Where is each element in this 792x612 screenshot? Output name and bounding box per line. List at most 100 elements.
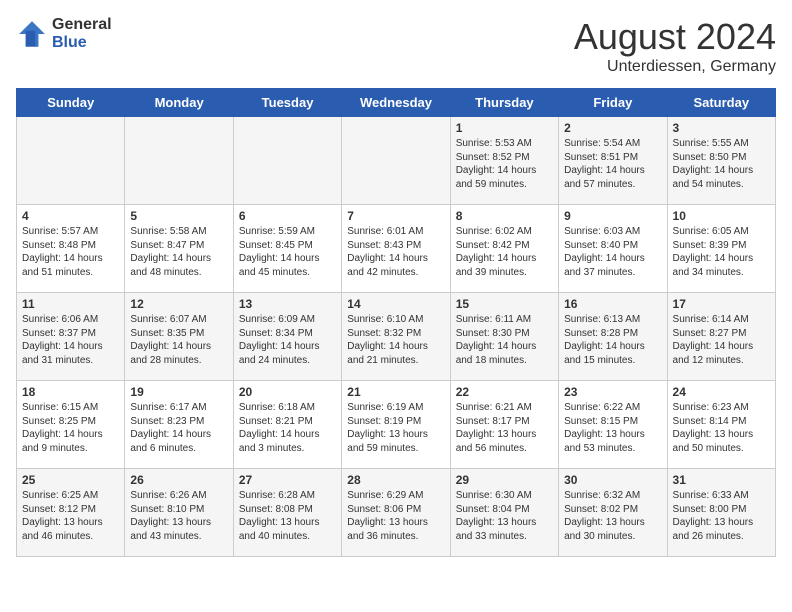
day-number: 26	[130, 473, 227, 487]
page-header: General Blue August 2024 Unterdiessen, G…	[16, 16, 776, 76]
calendar-cell: 4 Sunrise: 5:57 AM Sunset: 8:48 PM Daylig…	[17, 205, 125, 293]
calendar-cell	[17, 117, 125, 205]
day-info: Sunrise: 6:18 AM Sunset: 8:21 PM Dayligh…	[239, 401, 336, 455]
day-number: 4	[22, 209, 119, 223]
location: Unterdiessen, Germany	[574, 58, 776, 76]
calendar-cell: 23Sunrise: 6:22 AM Sunset: 8:15 PM Dayli…	[559, 381, 667, 469]
day-number: 31	[673, 473, 770, 487]
day-number: 20	[239, 385, 336, 399]
day-info: Sunrise: 6:02 AM Sunset: 8:42 PM Dayligh…	[456, 225, 553, 279]
day-number: 25	[22, 473, 119, 487]
day-number: 16	[564, 297, 661, 311]
logo: General Blue	[16, 16, 112, 51]
calendar-table: SundayMondayTuesdayWednesdayThursdayFrid…	[16, 88, 776, 557]
calendar-cell: 25 Sunrise: 6:25 AM Sunset: 8:12 PM Dayli…	[17, 469, 125, 557]
day-info: Sunrise: 6:13 AM Sunset: 8:28 PM Dayligh…	[564, 313, 661, 367]
calendar-week-row: 18 Sunrise: 6:15 AM Sunset: 8:25 PM Dayli…	[17, 381, 776, 469]
calendar-cell: 30Sunrise: 6:32 AM Sunset: 8:02 PM Dayli…	[559, 469, 667, 557]
day-info: Sunrise: 6:30 AM Sunset: 8:04 PM Dayligh…	[456, 489, 553, 543]
calendar-cell: 18 Sunrise: 6:15 AM Sunset: 8:25 PM Dayli…	[17, 381, 125, 469]
day-number: 5	[130, 209, 227, 223]
day-info: Sunrise: 6:29 AM Sunset: 8:06 PM Dayligh…	[347, 489, 444, 543]
title-block: August 2024 Unterdiessen, Germany	[574, 16, 776, 76]
day-number: 11	[22, 297, 119, 311]
day-number: 22	[456, 385, 553, 399]
calendar-cell	[342, 117, 450, 205]
calendar-cell: 11 Sunrise: 6:06 AM Sunset: 8:37 PM Dayli…	[17, 293, 125, 381]
logo-blue: Blue	[52, 34, 112, 52]
day-info: Sunrise: 6:14 AM Sunset: 8:27 PM Dayligh…	[673, 313, 770, 367]
calendar-cell: 21 Sunrise: 6:19 AM Sunset: 8:19 PM Dayli…	[342, 381, 450, 469]
day-info: Sunrise: 5:57 AM Sunset: 8:48 PM Dayligh…	[22, 225, 119, 279]
day-number: 24	[673, 385, 770, 399]
day-info: Sunrise: 5:55 AM Sunset: 8:50 PM Dayligh…	[673, 137, 770, 191]
weekday-header-thursday: Thursday	[450, 89, 558, 117]
calendar-cell: 24 Sunrise: 6:23 AM Sunset: 8:14 PM Dayli…	[667, 381, 775, 469]
day-number: 17	[673, 297, 770, 311]
calendar-cell	[233, 117, 341, 205]
weekday-header-row: SundayMondayTuesdayWednesdayThursdayFrid…	[17, 89, 776, 117]
calendar-cell: 27Sunrise: 6:28 AM Sunset: 8:08 PM Dayli…	[233, 469, 341, 557]
day-info: Sunrise: 6:15 AM Sunset: 8:25 PM Dayligh…	[22, 401, 119, 455]
month-year: August 2024	[574, 16, 776, 58]
day-number: 13	[239, 297, 336, 311]
weekday-header-sunday: Sunday	[17, 89, 125, 117]
calendar-cell: 2 Sunrise: 5:54 AM Sunset: 8:51 PM Daylig…	[559, 117, 667, 205]
day-number: 8	[456, 209, 553, 223]
weekday-header-saturday: Saturday	[667, 89, 775, 117]
day-info: Sunrise: 6:25 AM Sunset: 8:12 PM Dayligh…	[22, 489, 119, 543]
calendar-cell: 7 Sunrise: 6:01 AM Sunset: 8:43 PM Daylig…	[342, 205, 450, 293]
day-info: Sunrise: 6:07 AM Sunset: 8:35 PM Dayligh…	[130, 313, 227, 367]
calendar-cell: 5 Sunrise: 5:58 AM Sunset: 8:47 PM Daylig…	[125, 205, 233, 293]
day-number: 3	[673, 121, 770, 135]
day-info: Sunrise: 6:06 AM Sunset: 8:37 PM Dayligh…	[22, 313, 119, 367]
day-info: Sunrise: 6:21 AM Sunset: 8:17 PM Dayligh…	[456, 401, 553, 455]
day-info: Sunrise: 5:59 AM Sunset: 8:45 PM Dayligh…	[239, 225, 336, 279]
day-info: Sunrise: 6:11 AM Sunset: 8:30 PM Dayligh…	[456, 313, 553, 367]
weekday-header-tuesday: Tuesday	[233, 89, 341, 117]
calendar-cell: 19Sunrise: 6:17 AM Sunset: 8:23 PM Dayli…	[125, 381, 233, 469]
day-info: Sunrise: 6:23 AM Sunset: 8:14 PM Dayligh…	[673, 401, 770, 455]
day-info: Sunrise: 5:58 AM Sunset: 8:47 PM Dayligh…	[130, 225, 227, 279]
calendar-cell: 9 Sunrise: 6:03 AM Sunset: 8:40 PM Daylig…	[559, 205, 667, 293]
day-info: Sunrise: 5:53 AM Sunset: 8:52 PM Dayligh…	[456, 137, 553, 191]
day-info: Sunrise: 6:03 AM Sunset: 8:40 PM Dayligh…	[564, 225, 661, 279]
calendar-cell: 12 Sunrise: 6:07 AM Sunset: 8:35 PM Dayli…	[125, 293, 233, 381]
logo-icon	[16, 18, 48, 50]
day-number: 30	[564, 473, 661, 487]
calendar-cell: 31Sunrise: 6:33 AM Sunset: 8:00 PM Dayli…	[667, 469, 775, 557]
calendar-cell: 13Sunrise: 6:09 AM Sunset: 8:34 PM Dayli…	[233, 293, 341, 381]
calendar-week-row: 25 Sunrise: 6:25 AM Sunset: 8:12 PM Dayli…	[17, 469, 776, 557]
day-info: Sunrise: 6:19 AM Sunset: 8:19 PM Dayligh…	[347, 401, 444, 455]
calendar-week-row: 1 Sunrise: 5:53 AM Sunset: 8:52 PM Daylig…	[17, 117, 776, 205]
calendar-cell: 6Sunrise: 5:59 AM Sunset: 8:45 PM Daylig…	[233, 205, 341, 293]
day-number: 7	[347, 209, 444, 223]
calendar-week-row: 4 Sunrise: 5:57 AM Sunset: 8:48 PM Daylig…	[17, 205, 776, 293]
day-number: 14	[347, 297, 444, 311]
day-number: 29	[456, 473, 553, 487]
weekday-header-monday: Monday	[125, 89, 233, 117]
calendar-cell: 29 Sunrise: 6:30 AM Sunset: 8:04 PM Dayli…	[450, 469, 558, 557]
day-number: 9	[564, 209, 661, 223]
day-number: 23	[564, 385, 661, 399]
day-number: 15	[456, 297, 553, 311]
day-number: 12	[130, 297, 227, 311]
calendar-cell: 22 Sunrise: 6:21 AM Sunset: 8:17 PM Dayli…	[450, 381, 558, 469]
calendar-cell: 26Sunrise: 6:26 AM Sunset: 8:10 PM Dayli…	[125, 469, 233, 557]
calendar-cell: 1 Sunrise: 5:53 AM Sunset: 8:52 PM Daylig…	[450, 117, 558, 205]
weekday-header-friday: Friday	[559, 89, 667, 117]
calendar-cell: 3 Sunrise: 5:55 AM Sunset: 8:50 PM Daylig…	[667, 117, 775, 205]
day-number: 2	[564, 121, 661, 135]
calendar-cell: 20 Sunrise: 6:18 AM Sunset: 8:21 PM Dayli…	[233, 381, 341, 469]
weekday-header-wednesday: Wednesday	[342, 89, 450, 117]
day-number: 21	[347, 385, 444, 399]
day-info: Sunrise: 6:01 AM Sunset: 8:43 PM Dayligh…	[347, 225, 444, 279]
day-info: Sunrise: 6:17 AM Sunset: 8:23 PM Dayligh…	[130, 401, 227, 455]
calendar-cell: 8 Sunrise: 6:02 AM Sunset: 8:42 PM Daylig…	[450, 205, 558, 293]
calendar-cell: 14Sunrise: 6:10 AM Sunset: 8:32 PM Dayli…	[342, 293, 450, 381]
day-number: 1	[456, 121, 553, 135]
day-number: 18	[22, 385, 119, 399]
day-info: Sunrise: 6:05 AM Sunset: 8:39 PM Dayligh…	[673, 225, 770, 279]
day-info: Sunrise: 5:54 AM Sunset: 8:51 PM Dayligh…	[564, 137, 661, 191]
calendar-cell: 10Sunrise: 6:05 AM Sunset: 8:39 PM Dayli…	[667, 205, 775, 293]
